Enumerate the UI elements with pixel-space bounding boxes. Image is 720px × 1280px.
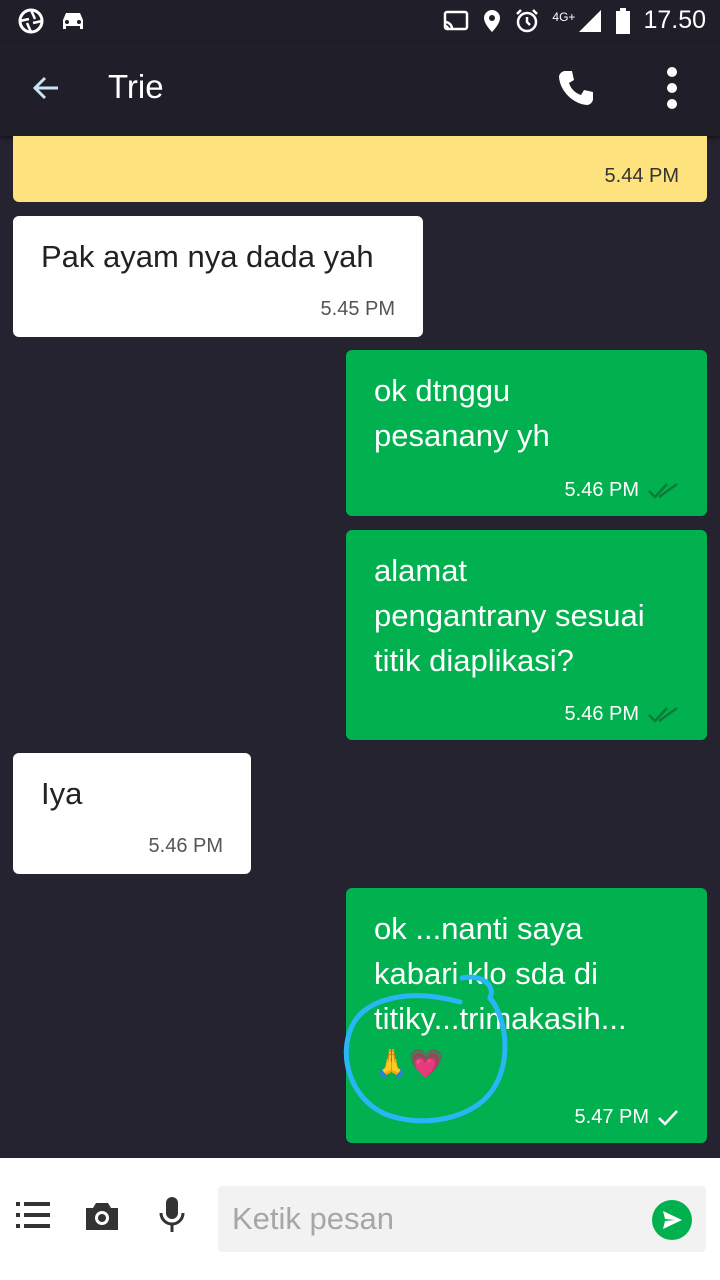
double-check-icon — [648, 482, 678, 499]
send-button[interactable] — [652, 1200, 692, 1240]
battery-icon — [616, 7, 631, 34]
camera-icon[interactable] — [84, 1200, 120, 1232]
alarm-icon — [516, 8, 539, 32]
message-line: titiky...trimakasih... — [374, 1001, 627, 1036]
double-check-icon — [648, 706, 678, 723]
send-icon — [663, 1211, 682, 1229]
phone-icon[interactable] — [556, 68, 596, 108]
chat-header: Trie — [0, 42, 720, 136]
message-input[interactable] — [232, 1196, 642, 1242]
message-time: 5.46 PM — [564, 703, 639, 725]
status-time: 17.50 — [643, 6, 706, 34]
single-check-icon — [658, 1109, 678, 1126]
message-text: ok dtnggu pesanany yh — [374, 368, 550, 458]
message-line: ok ...nanti saya — [374, 911, 583, 946]
contact-name[interactable]: Trie — [108, 68, 164, 106]
message-time: 5.46 PM — [564, 479, 639, 501]
menu-list-icon[interactable] — [16, 1200, 50, 1230]
message-text: alamat pengantrany sesuai titik diaplika… — [374, 548, 645, 683]
message-line: alamat — [374, 553, 468, 588]
chat-messages: 5.44 PM Pak ayam nya dada yah 5.45 PM ok… — [0, 136, 720, 1158]
message-time: 5.46 PM — [148, 835, 223, 857]
message-emoji: 🙏💗 — [374, 1048, 444, 1079]
signal-icon — [579, 9, 602, 32]
message-text: ok ...nanti saya kabari klo sda di titik… — [374, 906, 627, 1086]
more-vert-icon[interactable] — [660, 66, 684, 110]
composer-bar — [0, 1158, 720, 1280]
message-bubble-outgoing[interactable]: ok dtnggu pesanany yh 5.46 PM — [346, 350, 707, 516]
message-text: Iya — [41, 776, 83, 811]
message-line: titik diaplikasi? — [374, 643, 574, 678]
message-bubble-outgoing[interactable]: alamat pengantrany sesuai titik diaplika… — [346, 530, 707, 740]
message-bubble-incoming[interactable]: Pak ayam nya dada yah 5.45 PM — [13, 216, 423, 337]
message-bubble-incoming-highlight[interactable]: 5.44 PM — [13, 136, 707, 202]
back-arrow-icon[interactable] — [30, 72, 62, 104]
microphone-icon[interactable] — [158, 1196, 186, 1234]
message-time: 5.47 PM — [574, 1106, 649, 1128]
location-icon — [484, 9, 501, 32]
message-time: 5.45 PM — [320, 298, 395, 320]
message-line: ok dtnggu — [374, 373, 511, 408]
status-bar: 4G+ 17.50 — [0, 0, 720, 42]
aperture-icon — [18, 8, 44, 34]
message-text: Pak ayam nya dada yah — [41, 239, 374, 274]
message-bubble-incoming[interactable]: Iya 5.46 PM — [13, 753, 251, 874]
message-time: 5.44 PM — [604, 165, 679, 187]
message-input-field — [218, 1186, 706, 1252]
cast-icon — [444, 10, 469, 30]
message-line: pesanany yh — [374, 418, 550, 453]
message-line: kabari klo sda di — [374, 956, 599, 991]
message-bubble-outgoing[interactable]: ok ...nanti saya kabari klo sda di titik… — [346, 888, 707, 1143]
car-icon — [63, 13, 83, 29]
message-line: pengantrany sesuai — [374, 598, 645, 633]
network-type-label: 4G+ — [552, 9, 576, 24]
